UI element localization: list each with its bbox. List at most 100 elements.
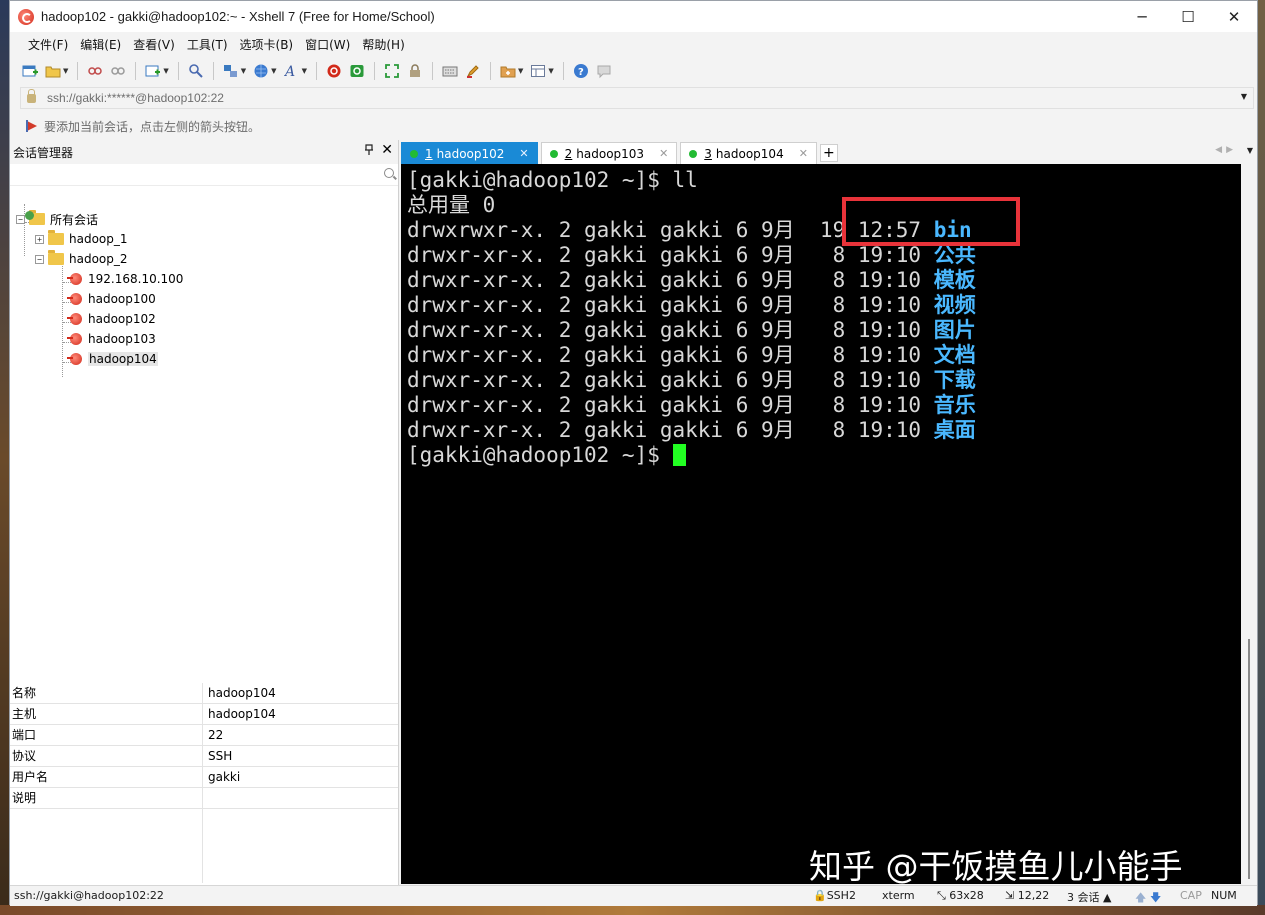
tab-label: hadoop102 [436,146,505,161]
expand-icon[interactable]: + [35,234,44,244]
address-text[interactable]: ssh://gakki:******@hadoop102:22 [47,91,224,105]
send-up-icon[interactable]: 🡅 [1135,889,1146,908]
close-panel-button[interactable]: ✕ [381,142,393,158]
menu-tabs[interactable]: 选项卡(B) [234,36,300,53]
tree-folder-hadoop-1[interactable]: + hadoop_1 [35,229,128,249]
menu-help[interactable]: 帮助(H) [356,36,410,53]
fullscreen-icon[interactable] [382,61,402,81]
listing-meta: drwxr-xr-x. 2 gakki gakki 6 9月 8 19:10 [407,293,934,317]
terminal-line: drwxr-xr-x. 2 gakki gakki 6 9月 8 19:10 模… [407,268,1241,293]
highlight-pen-icon[interactable] [463,61,483,81]
chevron-down-icon[interactable]: ▼ [1241,92,1247,101]
disconnect-icon[interactable] [85,61,105,81]
menu-window[interactable]: 窗口(W) [299,36,356,53]
transfer-icon[interactable] [221,61,241,81]
tree-session-192-168-10-100[interactable]: 192.168.10.100 [67,269,183,289]
status-sessions[interactable]: 3 会话 ▲ [1067,889,1111,905]
terminal-scrollbar[interactable] [1241,164,1257,884]
status-size: ⤡ 63x28 [937,889,984,903]
xshell-app-icon[interactable] [18,8,34,25]
tree-folder-hadoop-2[interactable]: − hadoop_2 [35,249,128,269]
add-tab-button[interactable]: + [819,144,838,162]
pin-icon[interactable] [364,144,374,159]
terminal-line: drwxr-xr-x. 2 gakki gakki 6 9月 8 19:10 下… [407,368,1241,393]
prop-key: 说明 [10,788,203,808]
xshell-icon[interactable] [324,61,344,81]
address-bar[interactable]: ssh://gakki:******@hadoop102:22 ▼ [20,87,1254,109]
chevron-up-icon[interactable]: ▲ [1103,891,1111,904]
add-folder-icon[interactable] [498,61,518,81]
tree-folder-label: hadoop_1 [69,232,128,246]
help-icon[interactable]: ? [571,61,591,81]
find-icon[interactable] [186,61,206,81]
close-button[interactable]: ✕ [1211,1,1257,32]
menu-edit[interactable]: 编辑(E) [74,36,127,53]
tree-session-hadoop104[interactable]: hadoop104 [67,349,158,369]
menu-file[interactable]: 文件(F) [22,36,74,53]
globe-icon[interactable] [251,61,271,81]
reconnect-icon[interactable] [108,61,128,81]
tree-root[interactable]: − 所有会话 [16,209,98,229]
tab-hadoop103[interactable]: 2 hadoop103 ✕ [540,142,678,164]
prop-row-host: 主机 hadoop104 [10,704,398,725]
session-search-input[interactable] [10,164,398,186]
toolbar-divider [77,62,79,80]
connected-status-icon [689,149,698,158]
new-tab-icon[interactable] [143,61,163,81]
prop-key: 用户名 [10,767,203,787]
chevron-down-icon[interactable]: ▼ [163,67,168,75]
chevron-down-icon[interactable]: ▼ [63,67,68,75]
tab-scroll-arrows-icon[interactable]: ◀▶ [1215,145,1237,155]
title-bar[interactable]: hadoop102 - gakki@hadoop102:~ - Xshell 7… [10,1,1257,32]
add-session-arrow-icon[interactable] [26,120,38,132]
folder-icon [48,230,64,245]
tree-session-hadoop103[interactable]: hadoop103 [67,329,156,349]
send-down-icon[interactable]: 🡇 [1150,889,1161,908]
tab-close-icon[interactable]: ✕ [799,147,808,160]
terminal-line: 总用量 0 [407,193,496,217]
xftp-icon[interactable] [347,61,367,81]
collapse-icon[interactable]: − [35,254,44,264]
toolbar-divider [315,62,317,80]
open-folder-icon[interactable] [43,61,63,81]
toolbar-divider [177,62,179,80]
svg-text:?: ? [578,67,584,78]
listing-meta: drwxr-xr-x. 2 gakki gakki 6 9月 8 19:10 [407,368,934,392]
minimize-button[interactable]: ─ [1119,1,1165,32]
layout-icon[interactable] [528,61,548,81]
chevron-down-icon[interactable]: ▼ [1247,146,1253,155]
prop-row-protocol: 协议 SSH [10,746,398,767]
tab-number: 1 [425,146,433,161]
terminal[interactable]: [gakki@hadoop102 ~]$ ll 总用量 0 drwxrwxr-x… [401,164,1241,884]
chevron-down-icon[interactable]: ▼ [241,67,246,75]
toolbar-divider [489,62,491,80]
tree-session-label: hadoop103 [88,332,156,346]
chat-icon[interactable] [594,61,614,81]
menu-view[interactable]: 查看(V) [127,36,181,53]
chevron-down-icon[interactable]: ▼ [548,67,553,75]
chevron-down-icon[interactable]: ▼ [271,67,276,75]
lock-icon[interactable] [405,61,425,81]
tab-hadoop104[interactable]: 3 hadoop104 ✕ [680,142,817,164]
tab-close-icon[interactable]: ✕ [519,147,528,160]
tab-hadoop102[interactable]: 1 hadoop102 ✕ [401,142,538,164]
terminal-line: drwxr-xr-x. 2 gakki gakki 6 9月 8 19:10 桌… [407,418,1241,443]
new-session-icon[interactable] [20,61,40,81]
folder-icon [48,250,64,265]
scrollbar-thumb[interactable] [1248,639,1250,879]
tree-session-hadoop100[interactable]: hadoop100 [67,289,156,309]
collapse-icon[interactable]: − [16,214,25,224]
tab-close-icon[interactable]: ✕ [659,147,668,160]
keyboard-icon[interactable] [440,61,460,81]
font-icon[interactable]: A [282,61,302,81]
search-icon[interactable] [384,168,394,178]
terminal-line: [gakki@hadoop102 ~]$ ll [407,168,1241,193]
lock-icon: 🔒 [813,889,827,902]
window-title: hadoop102 - gakki@hadoop102:~ - Xshell 7… [41,9,435,24]
menu-tools[interactable]: 工具(T) [181,36,234,53]
terminal-prompt: [gakki@hadoop102 ~]$ [407,443,673,467]
chevron-down-icon[interactable]: ▼ [302,67,307,75]
tree-session-hadoop102[interactable]: hadoop102 [67,309,156,329]
chevron-down-icon[interactable]: ▼ [518,67,523,75]
maximize-button[interactable]: ☐ [1165,1,1211,32]
